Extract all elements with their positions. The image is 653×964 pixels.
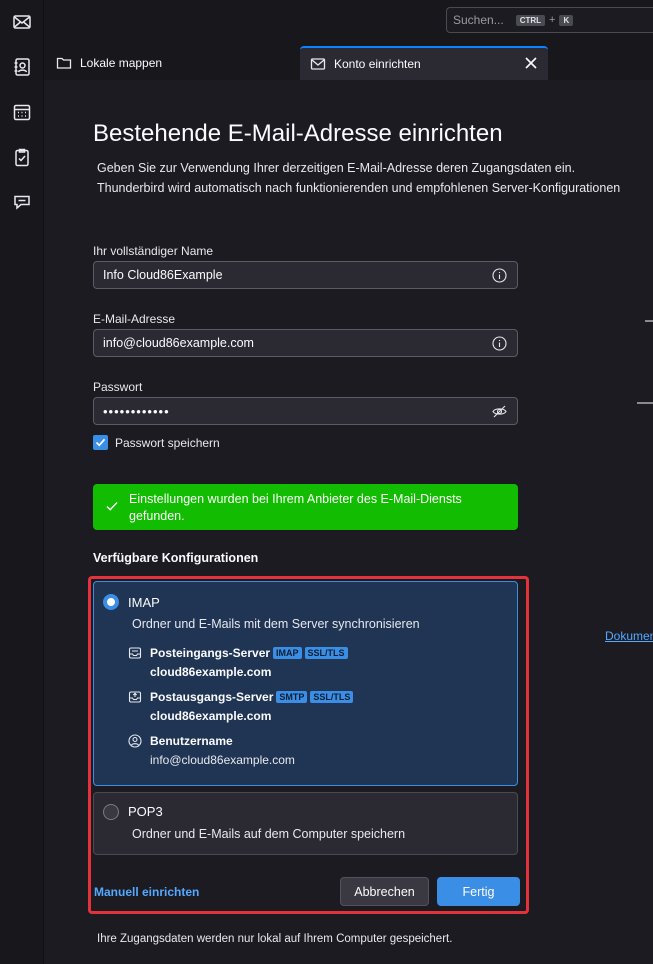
notice-text: Einstellungen wurden bei Ihrem Anbieter …	[129, 492, 462, 523]
info-icon[interactable]	[492, 268, 507, 283]
intro-text: Geben Sie zur Verwendung Ihrer derzeitig…	[97, 158, 653, 198]
shortcut-plus: +	[549, 14, 556, 26]
account-setup-page: Bestehende E-Mail-Adresse einrichten Geb…	[45, 80, 653, 964]
checkmark-icon	[95, 438, 106, 447]
config-option-pop3[interactable]: POP3 Ordner und E-Mails auf dem Computer…	[93, 792, 518, 855]
info-icon[interactable]	[492, 336, 507, 351]
search-placeholder: Suchen...	[453, 13, 504, 27]
done-button[interactable]: Fertig	[437, 877, 520, 906]
chat-icon	[14, 195, 30, 210]
email-value: info@cloud86example.com	[103, 336, 254, 350]
hide-password-icon[interactable]	[492, 404, 507, 419]
username-row: Benutzername	[128, 734, 233, 748]
intro-line-1: Geben Sie zur Verwendung Ihrer derzeitig…	[97, 161, 576, 175]
incoming-server-label: Posteingangs-Server	[150, 646, 271, 660]
outgoing-server-row: Postausgangs-Server SMTP SSL/TLS	[128, 690, 354, 704]
incoming-server-row: Posteingangs-Server IMAP SSL/TLS	[128, 646, 348, 660]
chat-space-button[interactable]	[8, 188, 36, 216]
divider	[645, 320, 653, 322]
email-field[interactable]: info@cloud86example.com	[93, 329, 518, 357]
tab-account-setup[interactable]: Konto einrichten	[300, 46, 548, 80]
incoming-security-badge: SSL/TLS	[304, 647, 348, 659]
imap-radio[interactable]	[103, 594, 119, 610]
pop3-title: POP3	[128, 804, 163, 819]
documentation-link[interactable]: Dokumen	[605, 629, 653, 643]
password-field[interactable]: ••••••••••••	[93, 397, 518, 425]
intro-line-2: Thunderbird wird automatisch nach funkti…	[97, 181, 621, 195]
tasks-space-button[interactable]	[8, 143, 36, 171]
manual-setup-link[interactable]: Manuell einrichten	[94, 885, 199, 899]
incoming-protocol-badge: IMAP	[273, 647, 302, 659]
mail-setup-icon	[310, 58, 326, 70]
tab-local-folders[interactable]: Lokale mappen	[56, 46, 296, 80]
close-icon[interactable]	[524, 56, 538, 70]
outgoing-security-badge: SSL/TLS	[310, 691, 354, 703]
email-label: E-Mail-Adresse	[93, 312, 176, 326]
username-value: info@cloud86example.com	[150, 753, 295, 767]
address-book-space-button[interactable]	[8, 53, 36, 81]
spaces-toolbar	[0, 0, 44, 964]
config-option-imap[interactable]: IMAP Ordner und E-Mails mit dem Server s…	[93, 581, 518, 786]
outgoing-protocol-badge: SMTP	[276, 691, 308, 703]
outgoing-server-label: Postausgangs-Server	[150, 690, 274, 704]
password-value: ••••••••••••	[103, 403, 170, 419]
tab-label: Konto einrichten	[334, 57, 421, 71]
tab-bar: Lokale mappen Konto einrichten	[44, 44, 653, 80]
outbox-icon	[128, 691, 142, 703]
shortcut-key-ctrl: CTRL	[515, 14, 546, 26]
calendar-icon	[13, 104, 31, 121]
divider	[637, 402, 653, 404]
success-notice: Einstellungen wurden bei Ihrem Anbieter …	[93, 484, 518, 530]
shortcut-key-k: K	[559, 14, 574, 26]
mail-icon	[13, 15, 31, 29]
outgoing-server-host: cloud86example.com	[150, 709, 272, 723]
pop3-description: Ordner und E-Mails auf dem Computer spei…	[132, 827, 406, 841]
calendar-space-button[interactable]	[8, 98, 36, 126]
user-icon	[128, 734, 142, 748]
checkbox-box[interactable]	[93, 435, 108, 450]
mail-space-button[interactable]	[8, 8, 36, 36]
username-label: Benutzername	[150, 734, 233, 748]
tasks-icon	[15, 148, 29, 167]
remember-password-label: Passwort speichern	[115, 435, 220, 450]
check-icon	[106, 502, 118, 511]
cancel-button[interactable]: Abbrechen	[340, 877, 429, 906]
incoming-server-host: cloud86example.com	[150, 665, 272, 679]
name-value: Info Cloud86Example	[103, 268, 223, 282]
imap-description: Ordner und E-Mails mit dem Server synchr…	[132, 617, 420, 631]
pop3-radio[interactable]	[103, 804, 119, 820]
password-label: Passwort	[93, 380, 143, 394]
search-input[interactable]: Suchen... CTRL + K	[446, 7, 653, 33]
remember-password-checkbox[interactable]: Passwort speichern	[93, 435, 220, 450]
inbox-icon	[128, 647, 142, 659]
folder-icon	[56, 57, 72, 69]
address-book-icon	[14, 58, 30, 76]
name-field[interactable]: Info Cloud86Example	[93, 261, 518, 289]
configs-title: Verfügbare Konfigurationen	[93, 551, 259, 565]
tab-label: Lokale mappen	[80, 56, 163, 70]
page-title: Bestehende E-Mail-Adresse einrichten	[93, 120, 503, 147]
imap-title: IMAP	[128, 595, 160, 610]
top-bar: Suchen... CTRL + K	[44, 0, 653, 44]
footer-note: Ihre Zugangsdaten werden nur lokal auf I…	[97, 933, 453, 945]
name-label: Ihr vollständiger Name	[93, 244, 214, 258]
